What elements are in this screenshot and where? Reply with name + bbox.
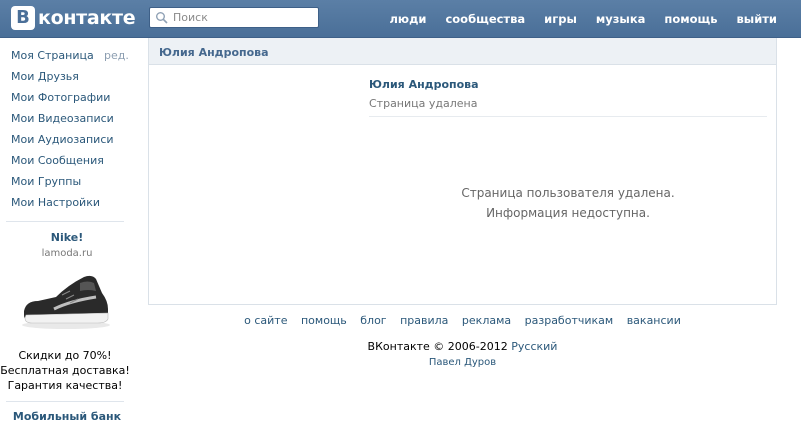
footer-links: о сайте помощь блог правила реклама разр… (148, 314, 777, 327)
language-link[interactable]: Русский (511, 340, 557, 353)
profile-status: Страница удалена (369, 97, 478, 110)
logo-letter: В (11, 6, 35, 30)
author-link[interactable]: Павел Дуров (429, 357, 496, 368)
sidebar-item-messages[interactable]: Мои Сообщения (0, 150, 134, 171)
profile-panel: Юлия Андропова Юлия Андропова Страница у… (148, 38, 777, 305)
nav-logout[interactable]: выйти (737, 12, 777, 26)
search-icon (156, 11, 168, 24)
footer-link-jobs[interactable]: вакансии (627, 314, 681, 327)
ad-title[interactable]: Nike! (0, 231, 134, 244)
footer-link-blog[interactable]: блог (360, 314, 386, 327)
footer-link-developers[interactable]: разработчикам (525, 314, 614, 327)
ad-line: Бесплатная доставка! (0, 364, 130, 377)
sidebar-item-groups[interactable]: Мои Группы (0, 171, 134, 192)
sidebar-divider (6, 401, 124, 402)
footer-link-about[interactable]: о сайте (244, 314, 287, 327)
profile-name: Юлия Андропова (369, 78, 479, 91)
deleted-message-line: Информация недоступна. (486, 206, 650, 220)
sneaker-ad-image[interactable] (18, 271, 114, 331)
top-header: В контакте люди сообщества игры музыка п… (0, 0, 801, 38)
deleted-message: Страница пользователя удалена. Информаци… (369, 183, 767, 223)
sidebar-item-audio[interactable]: Мои Аудиозаписи (0, 129, 134, 150)
search-box (149, 7, 319, 28)
sidebar-item-settings[interactable]: Мои Настройки (0, 192, 134, 213)
footer-link-ads[interactable]: реклама (462, 314, 511, 327)
ad-text: Скидки до 70%! Бесплатная доставка! Гара… (0, 348, 130, 393)
sidebar-item-my-page[interactable]: Моя Страница ред. (0, 45, 134, 66)
nav-help[interactable]: помощь (664, 12, 717, 26)
footer-link-help[interactable]: помощь (301, 314, 347, 327)
top-nav: люди сообщества игры музыка помощь выйти (371, 0, 778, 38)
logo-text: контакте (38, 7, 136, 29)
nav-music[interactable]: музыка (596, 12, 646, 26)
ad-line: Гарантия качества! (7, 379, 123, 392)
nav-communities[interactable]: сообщества (445, 12, 525, 26)
search-input[interactable] (173, 11, 313, 24)
footer-link-rules[interactable]: правила (400, 314, 448, 327)
side-menu: Моя Страница ред. Мои Друзья Мои Фотогра… (0, 38, 134, 213)
ad-title-bank[interactable]: Мобильный банк (0, 410, 134, 423)
copyright-text: ВКонтакте © 2006-2012 (367, 340, 508, 353)
copyright: ВКонтакте © 2006-2012 Русский (148, 340, 777, 353)
sidebar-item-label: Моя Страница (11, 49, 94, 62)
edit-link[interactable]: ред. (104, 45, 129, 66)
deleted-message-line: Страница пользователя удалена. (461, 186, 675, 200)
vk-logo[interactable]: В контакте (11, 6, 136, 30)
sidebar-item-photos[interactable]: Мои Фотографии (0, 87, 134, 108)
profile-divider (369, 116, 767, 117)
sidebar-divider (6, 221, 124, 222)
nav-games[interactable]: игры (544, 12, 577, 26)
ad-domain: lamoda.ru (41, 248, 93, 259)
sidebar-item-videos[interactable]: Мои Видеозаписи (0, 108, 134, 129)
nav-people[interactable]: люди (390, 12, 427, 26)
left-sidebar: Моя Страница ред. Мои Друзья Мои Фотогра… (0, 38, 134, 423)
panel-header-title: Юлия Андропова (149, 38, 776, 65)
sidebar-item-friends[interactable]: Мои Друзья (0, 66, 134, 87)
ad-line: Скидки до 70%! (18, 349, 112, 362)
author: Павел Дуров (148, 357, 777, 368)
